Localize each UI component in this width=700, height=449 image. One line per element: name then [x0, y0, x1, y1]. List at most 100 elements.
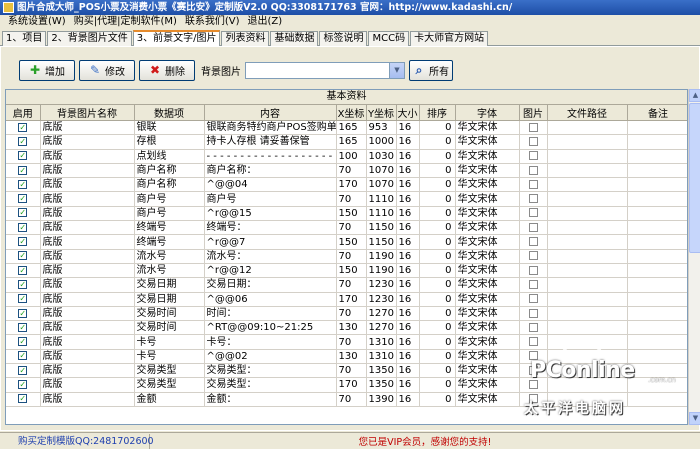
cell-x[interactable]: 130 [336, 349, 367, 365]
cell-order[interactable]: 0 [419, 320, 456, 336]
cell-y[interactable]: 1350 [366, 377, 397, 393]
cell-font[interactable]: 华文宋体 [455, 120, 520, 136]
cell-bg-name[interactable]: 底版 [40, 149, 135, 164]
cell-size[interactable]: 16 [396, 163, 420, 179]
cell-content[interactable]: ^@@06 [204, 292, 337, 307]
cell-y[interactable]: 953 [366, 120, 397, 136]
cell-size[interactable]: 16 [396, 306, 420, 322]
cell-font[interactable]: 华文宋体 [455, 277, 520, 293]
cell-file-path[interactable] [547, 234, 628, 250]
cell-order[interactable]: 0 [419, 177, 456, 193]
table-row[interactable]: 底版交易日期交易日期：701230160华文宋体 [6, 277, 687, 293]
cell-y[interactable]: 1230 [366, 292, 397, 307]
cell-bg-name[interactable]: 底版 [40, 392, 135, 407]
enabled-checkbox[interactable] [18, 337, 28, 347]
cell-enabled[interactable] [6, 163, 41, 179]
cell-file-path[interactable] [547, 320, 628, 336]
col-y[interactable]: Y坐标 [366, 105, 397, 121]
cell-item[interactable]: 交易类型 [134, 363, 205, 379]
cell-note[interactable] [627, 292, 687, 307]
cell-item[interactable]: 终端号 [134, 220, 205, 236]
menu-exit[interactable]: 退出(Z) [244, 15, 287, 29]
cell-x[interactable]: 70 [336, 249, 367, 264]
cell-size[interactable]: 16 [396, 377, 420, 393]
table-row[interactable]: 底版银联银联商务特约商户POS签购单165953160华文宋体 [6, 120, 687, 136]
enabled-checkbox[interactable] [18, 265, 28, 275]
cell-content[interactable]: 时间： [204, 306, 337, 322]
cell-y[interactable]: 1190 [366, 249, 397, 264]
cell-order[interactable]: 0 [419, 377, 456, 393]
table-row[interactable]: 底版交易时间时间：701270160华文宋体 [6, 306, 687, 322]
cell-order[interactable]: 0 [419, 220, 456, 236]
cell-size[interactable]: 16 [396, 206, 420, 222]
enabled-checkbox[interactable] [18, 351, 28, 361]
cell-item[interactable]: 存根 [134, 134, 205, 150]
cell-image[interactable] [519, 220, 548, 236]
cell-note[interactable] [627, 234, 687, 250]
cell-y[interactable]: 1110 [366, 206, 397, 222]
cell-x[interactable]: 70 [336, 392, 367, 407]
cell-file-path[interactable] [547, 191, 628, 207]
scroll-thumb[interactable] [689, 103, 700, 253]
tab-list-data[interactable]: 列表资料 [221, 31, 270, 46]
image-checkbox[interactable] [528, 208, 538, 218]
cell-order[interactable]: 0 [419, 206, 456, 222]
cell-size[interactable]: 16 [396, 292, 420, 307]
cell-size[interactable]: 16 [396, 191, 420, 207]
cell-bg-name[interactable]: 底版 [40, 206, 135, 222]
cell-note[interactable] [627, 177, 687, 193]
image-checkbox[interactable] [528, 222, 538, 232]
cell-enabled[interactable] [6, 149, 41, 164]
status-purchase-link[interactable]: 购买定制模版QQ:2481702600 [0, 433, 154, 449]
cell-content[interactable]: ^r@@12 [204, 263, 337, 279]
cell-enabled[interactable] [6, 320, 41, 336]
col-size[interactable]: 大小 [396, 105, 420, 121]
cell-item[interactable]: 商户名称 [134, 163, 205, 179]
cell-enabled[interactable] [6, 134, 41, 150]
col-note[interactable]: 备注 [627, 105, 687, 121]
cell-image[interactable] [519, 263, 548, 279]
cell-item[interactable]: 交易时间 [134, 306, 205, 322]
cell-bg-name[interactable]: 底版 [40, 349, 135, 365]
cell-bg-name[interactable]: 底版 [40, 134, 135, 150]
cell-size[interactable]: 16 [396, 149, 420, 164]
enabled-checkbox[interactable] [18, 394, 28, 404]
image-checkbox[interactable] [528, 194, 538, 204]
cell-order[interactable]: 0 [419, 249, 456, 264]
enabled-checkbox[interactable] [18, 237, 28, 247]
cell-bg-name[interactable]: 底版 [40, 177, 135, 193]
cell-content[interactable]: 商户号 [204, 191, 337, 207]
enabled-checkbox[interactable] [18, 279, 28, 289]
cell-x[interactable]: 70 [336, 191, 367, 207]
cell-file-path[interactable] [547, 120, 628, 136]
cell-x[interactable]: 165 [336, 120, 367, 136]
table-row[interactable]: 底版交易时间^RT@@09:10~21:251301270160华文宋体 [6, 320, 687, 336]
cell-item[interactable]: 卡号 [134, 334, 205, 350]
table-row[interactable]: 底版商户号商户号701110160华文宋体 [6, 191, 687, 207]
cell-enabled[interactable] [6, 334, 41, 350]
cell-y[interactable]: 1070 [366, 163, 397, 179]
cell-item[interactable]: 流水号 [134, 263, 205, 279]
cell-item[interactable]: 交易类型 [134, 377, 205, 393]
all-button[interactable]: ⌕ 所有 [409, 59, 453, 81]
table-row[interactable]: 底版商户名称^@@041701070160华文宋体 [6, 177, 687, 193]
image-checkbox[interactable] [528, 279, 538, 289]
cell-enabled[interactable] [6, 263, 41, 279]
cell-font[interactable]: 华文宋体 [455, 263, 520, 279]
cell-content[interactable]: 流水号： [204, 249, 337, 264]
cell-bg-name[interactable]: 底版 [40, 334, 135, 350]
cell-enabled[interactable] [6, 377, 41, 393]
cell-enabled[interactable] [6, 191, 41, 207]
tab-foreground-text[interactable]: 3、前景文字/图片 [132, 30, 221, 46]
cell-order[interactable]: 0 [419, 277, 456, 293]
cell-font[interactable]: 华文宋体 [455, 149, 520, 164]
cell-font[interactable]: 华文宋体 [455, 134, 520, 150]
cell-note[interactable] [627, 191, 687, 207]
cell-y[interactable]: 1030 [366, 149, 397, 164]
cell-content[interactable]: ^RT@@09:10~21:25 [204, 320, 337, 336]
enabled-checkbox[interactable] [18, 194, 28, 204]
col-order[interactable]: 排序 [419, 105, 456, 121]
cell-order[interactable]: 0 [419, 134, 456, 150]
cell-size[interactable]: 16 [396, 177, 420, 193]
cell-order[interactable]: 0 [419, 292, 456, 307]
